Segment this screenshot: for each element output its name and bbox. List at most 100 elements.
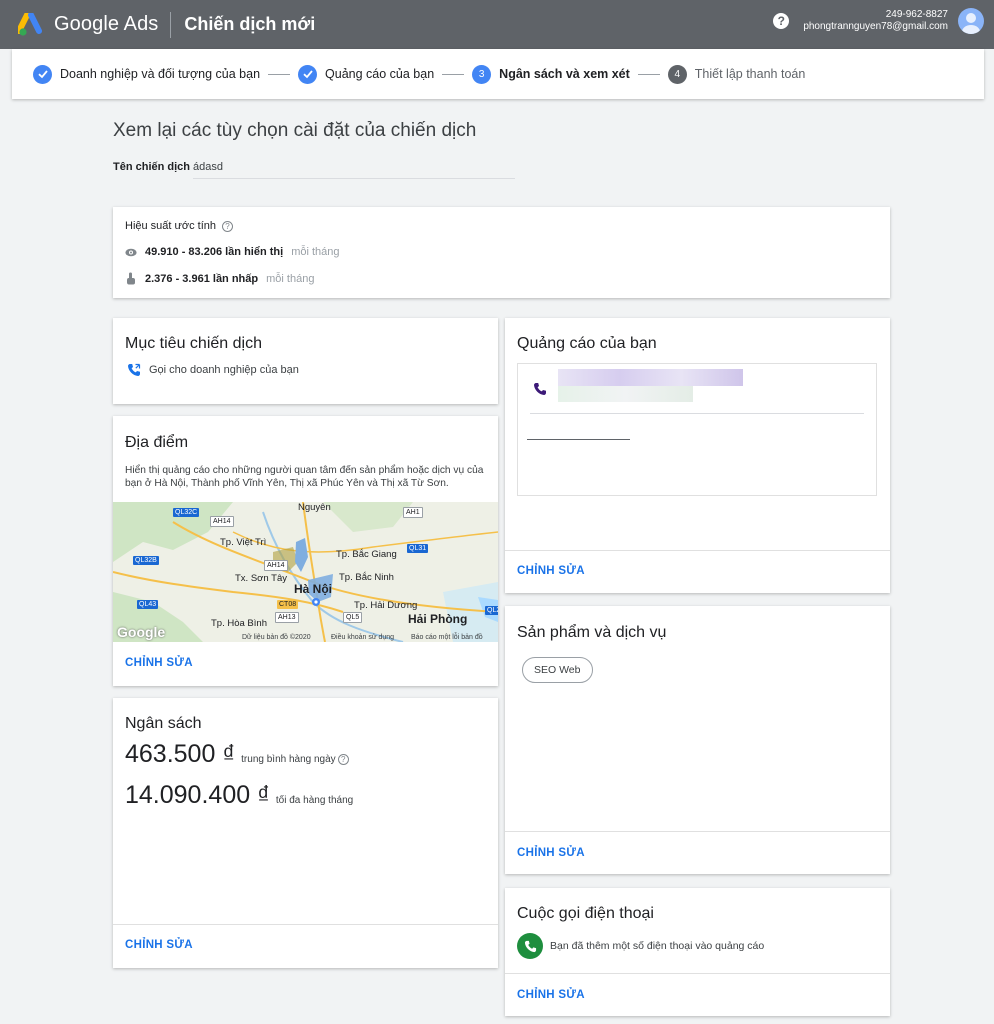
map-road-label: AH14 [264, 560, 288, 571]
google-map-logo: Google [117, 624, 166, 640]
location-map[interactable]: Nguyên Tp. Việt Trì Tp. Bắc Giang Tx. Sơ… [113, 502, 498, 642]
map-terms-link[interactable]: Điều khoản sử dụng [331, 634, 394, 641]
ad-preview[interactable] [517, 363, 877, 496]
step-number: 3 [472, 64, 492, 84]
products-services-card: Sản phẩm và dịch vụ SEO Web CHỈNH SỬA [505, 606, 890, 874]
campaign-name-field[interactable]: ádasd [193, 161, 223, 173]
step-number: 4 [667, 64, 687, 84]
calls-edit-button[interactable]: CHỈNH SỬA [517, 989, 585, 1001]
ad-divider [530, 413, 864, 414]
map-city: Tp. Hải Dương [354, 600, 418, 611]
map-road-label: QL31 [407, 544, 429, 553]
location-edit-button[interactable]: CHỈNH SỬA [125, 657, 193, 669]
impressions-row: 49.910 - 83.206 lần hiển thị mỗi tháng [125, 246, 340, 258]
map-city: Tp. Hòa Bình [211, 618, 267, 629]
call-value: Bạn đã thêm một số điện thoại vào quảng … [550, 940, 765, 952]
card-title: Cuộc gọi điện thoại [517, 905, 654, 922]
card-title: Sản phẩm và dịch vụ [517, 624, 667, 641]
budget-edit-button[interactable]: CHỈNH SỬA [125, 939, 193, 951]
google-ads-logo-icon [18, 12, 42, 36]
account-info[interactable]: 249-962-8827 phongtrannguyen78@gmail.com [803, 9, 948, 33]
card-title: Ngân sách [125, 715, 202, 732]
goal-value: Gọi cho doanh nghiệp của bạn [149, 364, 299, 376]
step-label: Doanh nghiệp và đối tượng của bạn [60, 67, 261, 81]
step-label: Thiết lập thanh toán [694, 67, 806, 81]
info-icon[interactable]: ? [222, 220, 234, 232]
map-city: Tp. Việt Trì [220, 537, 267, 548]
card-divider [505, 973, 890, 974]
review-title: Xem lại các tùy chọn cài đặt của chiến d… [113, 120, 477, 141]
check-icon [298, 64, 318, 84]
map-road-label: QL32B [133, 556, 159, 565]
ad-headline-blurred [558, 369, 743, 386]
map-road-label: QL32C [173, 508, 200, 517]
step-connector [442, 73, 465, 75]
header-divider [170, 11, 172, 38]
campaign-name-label: Tên chiến dịch [113, 161, 191, 173]
performance-title-text: Hiệu suất ước tính [125, 220, 217, 232]
card-title: Quảng cáo của bạn [517, 335, 657, 352]
card-divider [505, 550, 890, 551]
your-ads-card: Quảng cáo của bạn CHỈNH SỬA [505, 318, 890, 593]
map-city: Tx. Sơn Tây [235, 573, 287, 584]
step-label: Ngân sách và xem xét [499, 67, 630, 81]
product-name: Google Ads [54, 13, 159, 35]
top-app-bar: Google Ads Chiến dịch mới ? 249-962-8827… [0, 0, 994, 49]
daily-budget-row: 463.500 ₫ trung bình hàng ngày ? [125, 740, 349, 769]
campaign-goal-card: Mục tiêu chiến dịch Gọi cho doanh nghiệp… [113, 318, 498, 404]
map-city: Nguyên [298, 502, 331, 513]
check-icon [33, 64, 52, 84]
impressions-period: mỗi tháng [291, 246, 340, 258]
map-road-label: AH13 [275, 612, 299, 623]
step-business-audience[interactable]: Doanh nghiệp và đối tượng của bạn [33, 64, 261, 84]
goal-value-row: Gọi cho doanh nghiệp của bạn [127, 363, 299, 377]
map-road-label: QL43 [137, 600, 159, 609]
card-divider [113, 924, 498, 925]
clicks-row: 2.376 - 3.961 lần nhấp mỗi tháng [125, 272, 314, 285]
phone-icon [534, 383, 546, 395]
step-label: Quảng cáo của bạn [325, 67, 435, 81]
map-city-hanoi: Hà Nội [294, 582, 333, 596]
info-icon[interactable]: ? [337, 754, 349, 765]
google-ads-logo[interactable]: Google Ads [18, 12, 159, 37]
product-chip: SEO Web [522, 657, 593, 683]
campaign-name-underline [193, 178, 515, 179]
click-hand-icon [127, 272, 135, 285]
step-your-ads[interactable]: Quảng cáo của bạn [298, 64, 435, 84]
map-city: Tp. Bắc Giang [336, 549, 397, 560]
campaign-stepper: Doanh nghiệp và đối tượng của bạn Quảng … [12, 49, 984, 99]
ads-edit-button[interactable]: CHỈNH SỬA [517, 565, 585, 577]
map-road-label: CT08 [277, 600, 299, 609]
clicks-value: 2.376 - 3.961 lần nhấp [145, 272, 259, 285]
impressions-value: 49.910 - 83.206 lần hiển thị [145, 246, 284, 258]
monthly-budget-amount: 14.090.400 ₫ [125, 781, 270, 809]
map-road-label: QL5 [343, 612, 363, 623]
daily-budget-caption: trung bình hàng ngày [241, 754, 336, 765]
help-icon[interactable]: ? [773, 13, 790, 29]
clicks-period: mỗi tháng [266, 272, 315, 285]
avatar[interactable] [958, 8, 984, 34]
step-budget-review[interactable]: 3 Ngân sách và xem xét [472, 64, 630, 84]
header-actions: ? 249-962-8827 phongtrannguyen78@gmail.c… [773, 8, 984, 34]
card-title: Địa điểm [125, 434, 189, 451]
step-connector [268, 73, 291, 75]
map-road-label: AH1 [403, 507, 423, 518]
phone-calls-card: Cuộc gọi điện thoại Bạn đã thêm một số đ… [505, 888, 890, 1016]
map-city: Tp. Bắc Ninh [339, 572, 394, 583]
call-value-row: Bạn đã thêm một số điện thoại vào quảng … [517, 933, 764, 959]
map-report-link[interactable]: Báo cáo một lỗi bản đồ [411, 634, 483, 641]
phone-call-icon [517, 933, 543, 959]
map-city: Hải Phòng [408, 612, 468, 626]
card-divider [505, 831, 890, 832]
ad-description-blurred [558, 386, 693, 402]
account-email: phongtrannguyen78@gmail.com [803, 21, 948, 32]
daily-budget-amount: 463.500 ₫ [125, 740, 236, 768]
ad-placeholder-line [527, 439, 630, 440]
eye-icon [125, 248, 137, 256]
monthly-budget-row: 14.090.400 ₫ tối đa hàng tháng [125, 781, 353, 810]
monthly-budget-caption: tối đa hàng tháng [275, 795, 354, 806]
phone-call-icon [128, 363, 141, 376]
products-edit-button[interactable]: CHỈNH SỬA [517, 847, 585, 859]
step-billing-setup[interactable]: 4 Thiết lập thanh toán [667, 64, 806, 84]
card-title: Mục tiêu chiến dịch [125, 335, 262, 352]
